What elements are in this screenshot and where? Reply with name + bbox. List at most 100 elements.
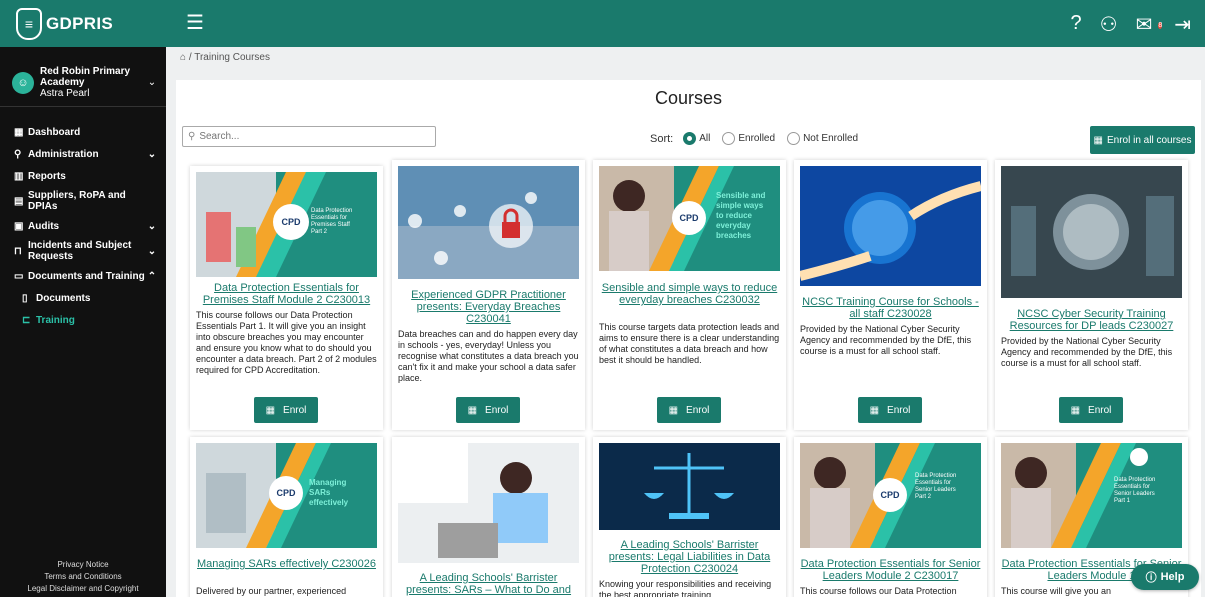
- chevron-down-icon: ⌄: [147, 148, 157, 160]
- course-image: [398, 443, 579, 563]
- course-description: This course follows our Data Protection: [800, 586, 957, 596]
- course-title[interactable]: NCSC Training Course for Schools - all s…: [798, 296, 983, 320]
- breadcrumb-current: Training Courses: [194, 52, 270, 63]
- notification-badge: 8: [1158, 22, 1163, 29]
- course-title[interactable]: Data Protection Essentials for Senior Le…: [798, 558, 983, 582]
- nav-subitem-documents[interactable]: ▯ Documents: [0, 287, 166, 309]
- sort-option-label: Not Enrolled: [803, 133, 859, 144]
- enrol-button[interactable]: ▦ Enrol: [657, 397, 721, 423]
- course-description: This course follows our Data Protection …: [196, 310, 377, 375]
- course-title[interactable]: Data Protection Essentials for Premises …: [194, 282, 379, 306]
- chevron-down-icon: ⌄: [147, 77, 157, 88]
- chevron-down-icon: ⌄: [147, 220, 157, 232]
- enrol-all-button[interactable]: ▦ Enrol in all courses: [1090, 126, 1195, 154]
- calendar-icon: ▦: [467, 404, 478, 416]
- sort-option-all[interactable]: All: [683, 132, 710, 145]
- nav-item-suppliers[interactable]: ▤ Suppliers, RoPA and DPIAs: [0, 187, 166, 215]
- enrol-button[interactable]: ▦ Enrol: [456, 397, 520, 423]
- enrol-label: Enrol: [283, 404, 307, 416]
- course-card: A Leading Schools' Barrister presents: L…: [593, 437, 786, 597]
- audit-icon: ▣: [14, 220, 24, 232]
- nav-item-dashboard[interactable]: ▦ Dashboard: [0, 121, 166, 143]
- course-image: Data Protection Essentials for Senior Lead…: [1001, 443, 1182, 548]
- course-card: NCSC Cyber Security Training Resources f…: [995, 160, 1188, 430]
- hamburger-menu-icon[interactable]: ☰: [186, 13, 206, 33]
- logout-icon[interactable]: ⇥: [1174, 12, 1191, 37]
- search-input[interactable]: [199, 131, 410, 142]
- home-icon[interactable]: ⌂: [180, 52, 186, 63]
- course-title[interactable]: Experienced GDPR Practitioner presents: …: [396, 289, 581, 325]
- sort-option-not-enrolled[interactable]: Not Enrolled: [787, 132, 858, 145]
- course-description: Provided by the National Cyber Security …: [1001, 336, 1173, 368]
- nav-label: Training: [36, 314, 75, 326]
- radio-selected: [683, 132, 697, 145]
- chevron-down-icon: ⌄: [147, 245, 157, 257]
- course-image: CPD Sensible and simple ways to reduce ever…: [599, 166, 780, 271]
- course-card: NCSC Training Course for Schools - all s…: [794, 160, 987, 430]
- nav-menu: ▦ Dashboard ⚲ Administration ⌄ ▥ Reports…: [0, 107, 166, 331]
- calendar-icon: ▦: [1093, 134, 1103, 146]
- nav-item-audits[interactable]: ▣ Audits ⌄: [0, 215, 166, 237]
- training-icon: ⊏: [22, 314, 31, 326]
- course-card: Experienced GDPR Practitioner presents: …: [392, 160, 585, 430]
- course-card: CPD Data Protection Essentials for Senior …: [794, 437, 987, 597]
- radio-unselected: [787, 132, 801, 145]
- nav-subitem-training[interactable]: ⊏ Training: [0, 309, 166, 331]
- org-avatar-icon: ☺: [12, 71, 34, 94]
- org-name-line1: Red Robin Primary: [40, 66, 131, 77]
- enrol-button[interactable]: ▦ Enrol: [1059, 397, 1123, 423]
- topbar: ☰ ? ⚇ ✉ 8 ⇥: [166, 0, 1205, 47]
- enrol-all-label: Enrol in all courses: [1106, 134, 1192, 146]
- course-description: This course targets data protection lead…: [599, 322, 780, 365]
- course-title[interactable]: NCSC Cyber Security Training Resources f…: [999, 308, 1184, 332]
- cpd-badge-text: CPD: [276, 488, 296, 498]
- course-title[interactable]: Managing SARs effectively C230026: [194, 558, 379, 570]
- course-description: Provided by the National Cyber Security …: [800, 324, 972, 356]
- course-card: CPD Sensible and simple ways to reduce ever…: [593, 160, 786, 430]
- user-icon[interactable]: ⚇: [1100, 12, 1118, 37]
- enrol-button[interactable]: ▦ Enrol: [254, 397, 318, 423]
- legal-link[interactable]: Legal Disclaimer and Copyright: [0, 583, 166, 595]
- course-card: CPD Managing SARs effectively Managing SAR…: [190, 437, 383, 597]
- bar-chart-icon: ▥: [14, 170, 24, 182]
- course-title[interactable]: A Leading Schools' Barrister presents: L…: [597, 539, 782, 575]
- course-description: Data breaches can and do happen every da…: [398, 329, 579, 383]
- nav-item-administration[interactable]: ⚲ Administration ⌄: [0, 143, 166, 165]
- nav-item-incidents[interactable]: ⊓ Incidents and Subject Requests ⌄: [0, 237, 166, 265]
- breadcrumb: ⌂ / Training Courses: [180, 52, 270, 63]
- key-icon: ⚲: [14, 148, 22, 160]
- folder-icon: ▭: [14, 270, 24, 282]
- breadcrumb-separator: /: [188, 52, 192, 63]
- course-image: [1001, 166, 1182, 298]
- question-circle-icon: ⓘ: [1145, 572, 1157, 584]
- calendar-icon: ▦: [265, 404, 276, 416]
- terms-link[interactable]: Terms and Conditions: [0, 571, 166, 583]
- calendar-icon: ▦: [869, 404, 880, 416]
- privacy-link[interactable]: Privacy Notice: [0, 559, 166, 571]
- enrol-button[interactable]: ▦ Enrol: [858, 397, 922, 423]
- nav-label: Audits: [28, 220, 60, 232]
- help-button[interactable]: ⓘ Help: [1131, 564, 1199, 590]
- course-title[interactable]: Sensible and simple ways to reduce every…: [597, 282, 782, 306]
- nav-label: Incidents and Subject Requests: [28, 240, 132, 262]
- nav-item-documents-training[interactable]: ▭ Documents and Training ⌃: [0, 265, 166, 287]
- nav-label: Reports: [28, 170, 66, 182]
- sort-label: Sort:: [650, 132, 674, 145]
- nav-item-reports[interactable]: ▥ Reports: [0, 165, 166, 187]
- sidebar: ≡ GDPRIS ☺ Red Robin Primary Academy Ast…: [0, 0, 166, 597]
- search-icon: ⚲: [188, 131, 196, 142]
- clipboard-icon: ▤: [14, 195, 24, 207]
- nav-label: Suppliers, RoPA and DPIAs: [28, 190, 126, 212]
- sort-option-enrolled[interactable]: Enrolled: [722, 132, 775, 145]
- cpd-badge-text: CPD: [679, 213, 699, 223]
- nav-label: Documents and Training: [28, 270, 145, 282]
- radio-unselected: [722, 132, 736, 145]
- sort-option-label: All: [699, 133, 711, 144]
- course-description: Delivered by our partner, experienced: [196, 586, 347, 596]
- help-question-icon[interactable]: ?: [1071, 12, 1082, 37]
- course-title[interactable]: A Leading Schools' Barrister presents: S…: [396, 572, 581, 596]
- mail-icon[interactable]: ✉ 8: [1136, 12, 1163, 37]
- enrol-label: Enrol: [686, 404, 710, 416]
- user-name: Astra Pearl: [40, 88, 90, 99]
- org-switcher[interactable]: ☺ Red Robin Primary Academy Astra Pearl …: [0, 47, 166, 107]
